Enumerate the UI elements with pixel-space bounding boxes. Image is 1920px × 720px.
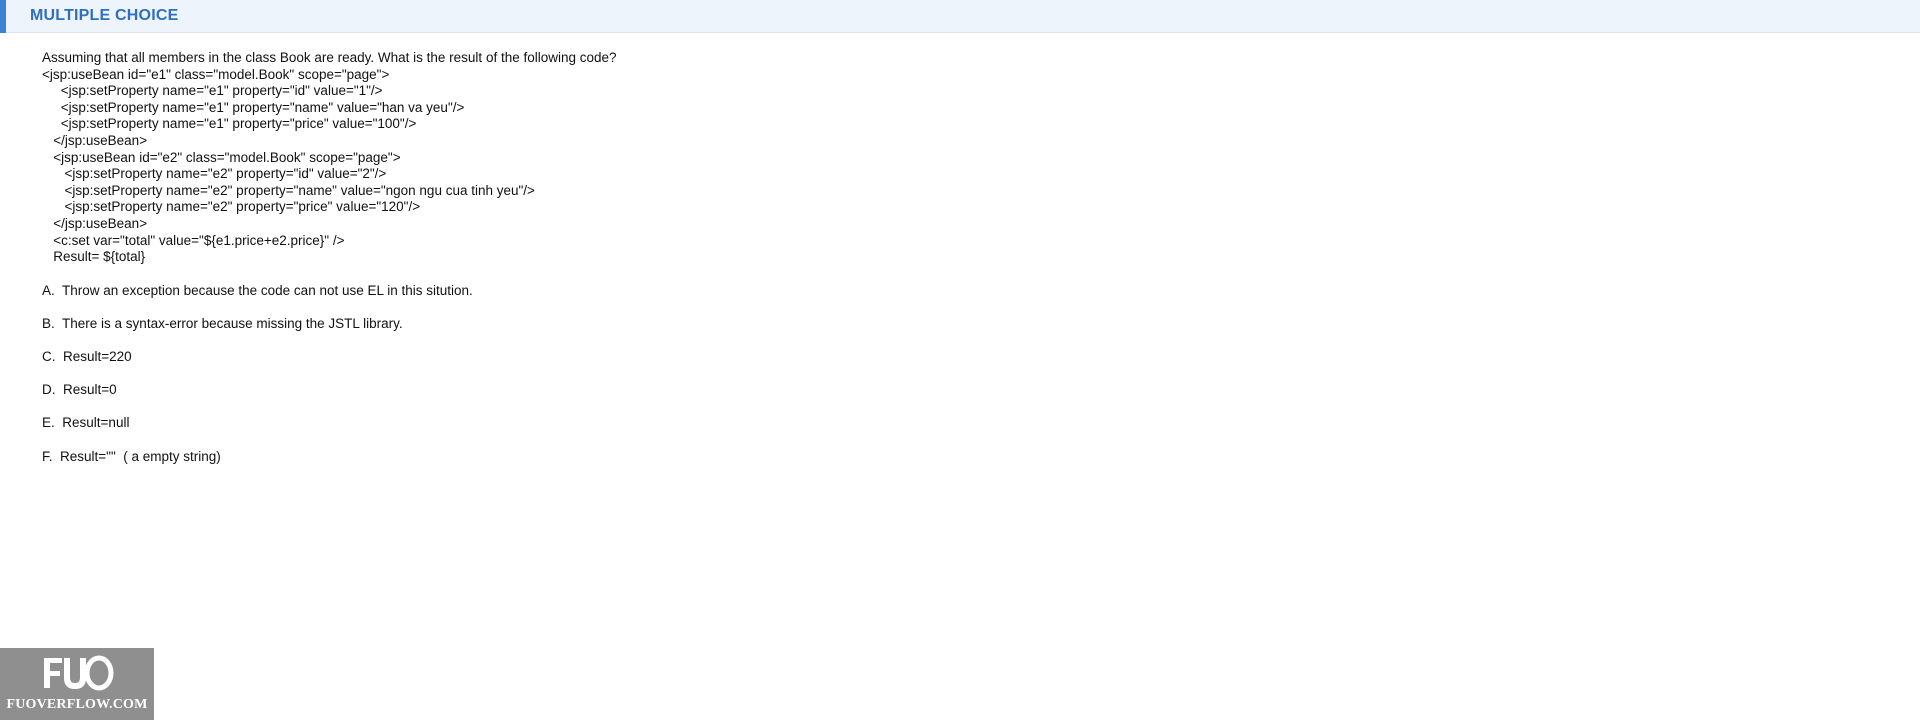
- code-line: <jsp:setProperty name="e1" property="nam…: [42, 99, 465, 115]
- option-b[interactable]: B. There is a syntax-error because missi…: [42, 316, 1842, 333]
- section-title: MULTIPLE CHOICE: [30, 7, 179, 24]
- option-text: Result=0: [63, 382, 117, 398]
- option-text: Result=null: [62, 415, 130, 431]
- option-e[interactable]: E. Result=null: [42, 415, 1842, 432]
- code-line: <jsp:useBean id="e1" class="model.Book" …: [42, 66, 390, 82]
- section-header: MULTIPLE CHOICE: [0, 0, 1920, 33]
- code-line: <c:set var="total" value="${e1.price+e2.…: [42, 232, 345, 248]
- question-line: Assuming that all members in the class B…: [42, 50, 617, 65]
- option-letter: E.: [42, 415, 55, 431]
- option-a[interactable]: A. Throw an exception because the code c…: [42, 283, 1842, 300]
- option-letter: A.: [42, 282, 55, 298]
- option-text: Result=220: [63, 349, 132, 365]
- code-line: <jsp:setProperty name="e1" property="id"…: [42, 83, 383, 99]
- answer-options: A. Throw an exception because the code c…: [42, 283, 1842, 466]
- option-d[interactable]: D. Result=0: [42, 382, 1842, 399]
- question-panel: Assuming that all members in the class B…: [42, 50, 1842, 482]
- watermark-logo: FUOVERFLOW.COM: [0, 648, 154, 720]
- option-letter: C.: [42, 349, 56, 365]
- question-text: Assuming that all members in the class B…: [42, 50, 1842, 266]
- code-line: </jsp:useBean>: [42, 215, 148, 231]
- option-c[interactable]: C. Result=220: [42, 349, 1842, 366]
- code-line: <jsp:setProperty name="e1" property="pri…: [42, 116, 417, 132]
- option-f[interactable]: F. Result="" ( a empty string): [42, 449, 1842, 466]
- code-line: <jsp:setProperty name="e2" property="nam…: [42, 182, 535, 198]
- code-line: </jsp:useBean>: [42, 132, 148, 148]
- option-letter: F.: [42, 448, 53, 464]
- option-text: Result="" ( a empty string): [60, 448, 221, 464]
- watermark-text: FUOVERFLOW.COM: [6, 697, 148, 712]
- code-line: Result= ${total}: [42, 249, 146, 265]
- fuo-logo-icon: [44, 655, 114, 691]
- option-letter: B.: [42, 315, 55, 331]
- code-line: <jsp:setProperty name="e2" property="pri…: [42, 199, 421, 215]
- option-text: Throw an exception because the code can …: [62, 282, 473, 298]
- option-letter: D.: [42, 382, 56, 398]
- code-line: <jsp:setProperty name="e2" property="id"…: [42, 166, 387, 182]
- header-accent-bar: [0, 0, 6, 33]
- code-line: <jsp:useBean id="e2" class="model.Book" …: [42, 149, 401, 165]
- option-text: There is a syntax-error because missing …: [62, 315, 403, 331]
